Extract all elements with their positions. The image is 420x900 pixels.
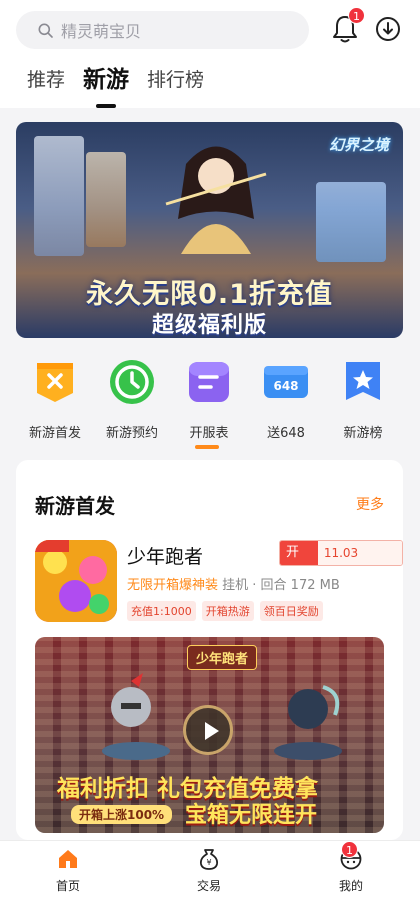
shortcut-label: 送648 — [267, 426, 305, 441]
shortcut-new-ranking[interactable]: 新游榜 — [321, 355, 405, 441]
nav-label: 我的 — [338, 879, 363, 893]
server-open-tag: 开服 11.03 16:00 — [279, 540, 403, 566]
search-placeholder: 精灵萌宝贝 — [61, 22, 142, 41]
promo-banner[interactable]: 幻界之境 永久无限0.1折充值 超级福利版 — [16, 122, 403, 338]
promo-logo: 少年跑者 — [187, 645, 258, 670]
server-open-label: 开服 — [280, 541, 318, 565]
nav-trade[interactable]: ¥ 交易 — [169, 847, 249, 894]
game-meta: 无限开箱爆神装 挂机 · 回合 172 MB — [127, 574, 340, 593]
game-app-icon[interactable] — [35, 540, 117, 622]
download-icon — [376, 17, 400, 41]
profile-badge: 1 — [341, 841, 358, 858]
bottom-navigation: 首页 ¥ 交易 1 我的 — [0, 840, 420, 900]
promo-video[interactable]: 少年跑者 福利折扣 礼包充值免费拿 开箱上涨100% 宝箱无限连开 — [35, 637, 384, 833]
shortcut-label: 新游榜 — [343, 426, 383, 441]
game-tag: 开箱热游 — [201, 601, 254, 621]
promo-subheadline: 宝箱无限连开 — [185, 803, 318, 828]
game-highlight: 无限开箱爆神装 — [127, 578, 219, 593]
game-genre-size: 挂机 · 回合 172 MB — [218, 578, 340, 593]
clock-icon — [109, 359, 155, 405]
section-title: 新游首发 — [35, 494, 115, 518]
tab-new-games[interactable]: 新游 — [83, 62, 129, 98]
flag-x-icon — [32, 359, 78, 405]
banner-card-left-2 — [86, 152, 126, 247]
banner-character — [165, 146, 267, 254]
game-tags: 充值1:1000 开箱热游 领百日奖励 — [127, 601, 323, 621]
shortcut-row: 新游首发 新游预约 开服表 648 送648 新游榜 — [0, 355, 420, 455]
home-icon — [56, 847, 80, 871]
shortcut-label: 开服表 — [189, 426, 229, 441]
shortcut-gift-648[interactable]: 648 送648 — [244, 355, 328, 441]
svg-text:¥: ¥ — [206, 858, 211, 867]
promo-pill: 开箱上涨100% — [71, 805, 173, 824]
game-title[interactable]: 少年跑者 — [127, 542, 203, 569]
648-card-icon: 648 — [263, 359, 309, 405]
banner-subheadline: 超级福利版 — [151, 313, 267, 338]
notification-badge: 1 — [348, 7, 365, 24]
search-icon — [38, 23, 53, 38]
banner-headline: 永久无限0.1折充值 — [86, 279, 333, 310]
shortcut-server-schedule[interactable]: 开服表 — [167, 355, 251, 441]
list-icon — [186, 359, 232, 405]
money-bag-icon: ¥ — [197, 847, 221, 871]
banner-card-left — [34, 136, 84, 256]
shortcut-label: 新游预约 — [105, 426, 158, 441]
top-header: 精灵萌宝贝 1 推荐 新游 排行榜 — [0, 0, 420, 108]
notification-button[interactable]: 1 — [331, 7, 365, 44]
shortcut-page-indicator — [195, 445, 219, 449]
nav-profile[interactable]: 1 我的 — [311, 841, 391, 894]
play-icon[interactable] — [183, 705, 233, 755]
more-link[interactable]: 更多 — [356, 494, 384, 514]
shortcut-preorder[interactable]: 新游预约 — [90, 355, 174, 441]
shortcut-new-release[interactable]: 新游首发 — [13, 355, 97, 441]
star-ribbon-icon — [340, 359, 386, 405]
nav-label: 交易 — [196, 879, 221, 893]
tab-rankings[interactable]: 排行榜 — [147, 62, 204, 98]
banner-card-right — [316, 182, 386, 262]
game-tag: 领百日奖励 — [259, 601, 323, 621]
nav-label: 首页 — [55, 879, 80, 893]
shortcut-label: 新游首发 — [28, 426, 81, 441]
rogue-character — [274, 685, 342, 760]
download-button[interactable] — [375, 16, 401, 42]
banner-logo: 幻界之境 — [328, 136, 389, 154]
nav-home[interactable]: 首页 — [28, 847, 108, 894]
server-open-time: 11.03 16:00 — [317, 541, 402, 565]
game-tag: 充值1:1000 — [127, 601, 196, 621]
tab-recommend[interactable]: 推荐 — [27, 62, 65, 98]
search-bar[interactable]: 精灵萌宝贝 — [16, 11, 309, 49]
category-tabs: 推荐 新游 排行榜 — [27, 62, 204, 98]
knight-character — [102, 673, 170, 760]
svg-text:648: 648 — [273, 379, 298, 393]
new-release-section: 新游首发 更多 少年跑者 开服 11.03 16:00 无限开箱爆神装 挂机 ·… — [16, 460, 403, 840]
